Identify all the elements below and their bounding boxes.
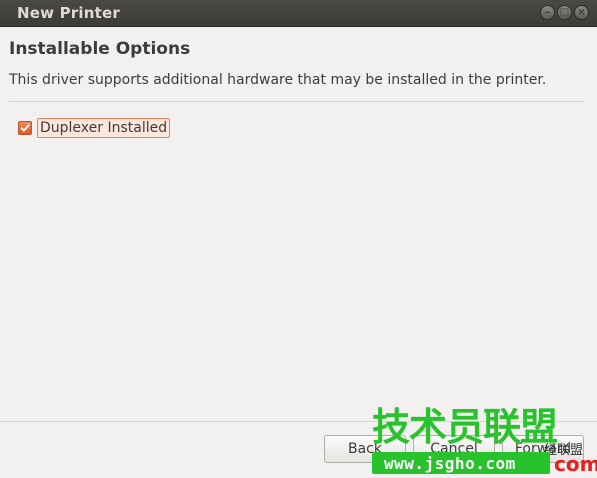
checkmark-icon xyxy=(20,124,30,132)
separator xyxy=(9,101,584,102)
cancel-button[interactable]: Cancel xyxy=(413,435,495,463)
option-duplexer[interactable]: Duplexer Installed xyxy=(18,118,171,138)
new-printer-dialog: New Printer – □ × Installable Options Th… xyxy=(0,0,597,478)
close-button[interactable]: × xyxy=(574,5,589,20)
duplexer-label[interactable]: Duplexer Installed xyxy=(37,118,171,138)
page-description: This driver supports additional hardware… xyxy=(9,72,547,88)
duplexer-checkbox[interactable] xyxy=(18,121,32,135)
titlebar: New Printer – □ × xyxy=(0,0,597,27)
window-title: New Printer xyxy=(17,4,120,22)
back-button[interactable]: Back xyxy=(324,435,406,463)
dialog-content: Installable Options This driver supports… xyxy=(0,27,597,421)
minimize-button[interactable]: – xyxy=(540,5,555,20)
window-controls: – □ × xyxy=(540,5,589,20)
forward-button[interactable]: Forward xyxy=(502,435,584,463)
button-bar: Back Cancel Forward xyxy=(0,421,597,478)
page-title: Installable Options xyxy=(9,39,191,59)
maximize-button[interactable]: □ xyxy=(557,5,572,20)
